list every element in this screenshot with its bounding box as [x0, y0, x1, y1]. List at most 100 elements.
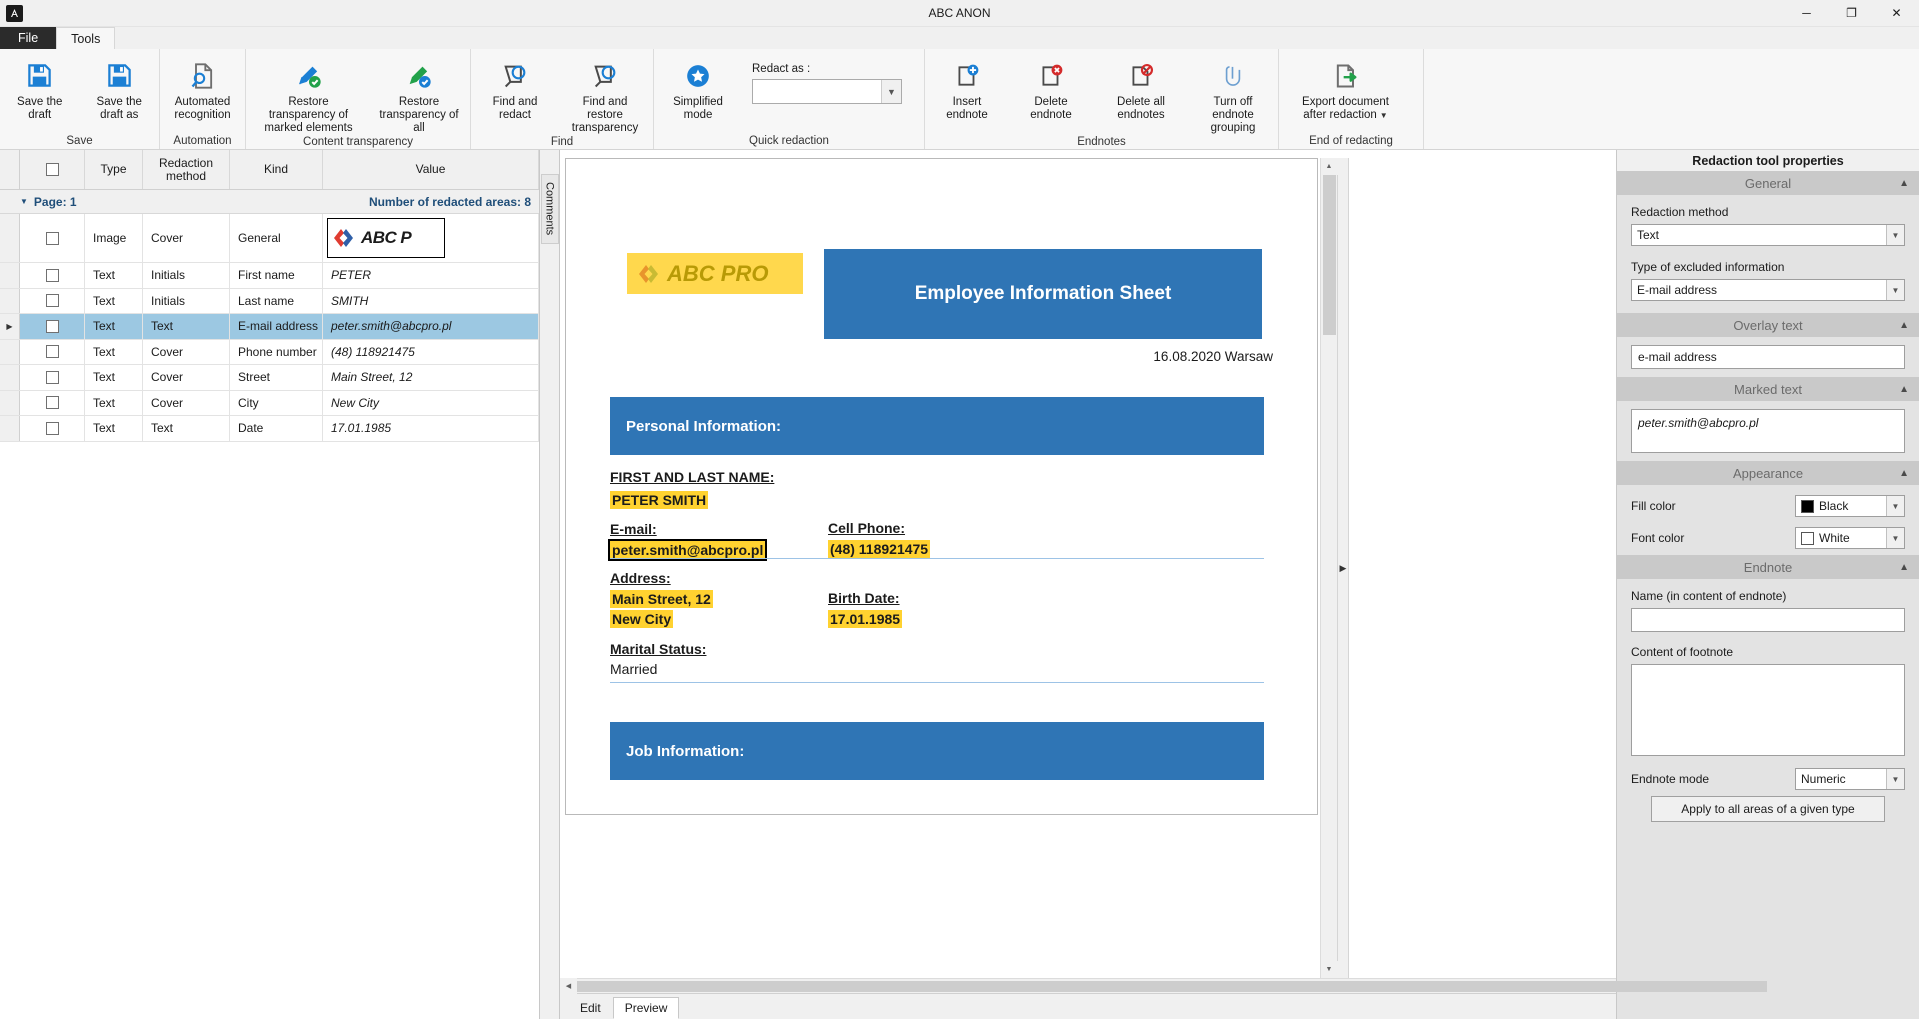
row-checkbox-cell[interactable]	[20, 263, 85, 288]
tab-file[interactable]: File	[0, 27, 57, 49]
chevron-up-icon[interactable]: ▲	[1899, 384, 1909, 395]
grid-header-value[interactable]: Value	[323, 150, 539, 189]
endnote-content-input[interactable]	[1631, 664, 1905, 756]
chevron-down-icon[interactable]: ▼	[1886, 496, 1904, 516]
scroll-down-icon[interactable]: ▼	[1320, 961, 1338, 978]
tab-preview[interactable]: Preview	[612, 997, 680, 1019]
row-checkbox-cell[interactable]	[20, 314, 85, 339]
viewer-horizontal-scrollbar[interactable]: ◀	[560, 977, 1767, 995]
excluded-information-combobox[interactable]: E-mail address ▼	[1631, 279, 1905, 301]
chevron-down-icon[interactable]: ▼	[881, 80, 901, 103]
field-value-email[interactable]: peter.smith@abcpro.pl	[607, 539, 768, 561]
scroll-up-icon[interactable]: ▲	[1320, 158, 1338, 175]
apply-to-all-areas-button[interactable]: Apply to all areas of a given type	[1651, 796, 1885, 822]
find-and-restore-transparency-button[interactable]: Find and restore transparency	[559, 55, 651, 135]
row-checkbox-cell[interactable]	[20, 390, 85, 415]
save-the-draft-button[interactable]: Save the draft	[0, 55, 80, 122]
section-appearance-header[interactable]: Appearance ▲	[1617, 461, 1919, 485]
page-scroll-thumb[interactable]	[1323, 175, 1336, 335]
section-general-header[interactable]: General ▲	[1617, 171, 1919, 195]
field-value-address-line1[interactable]: Main Street, 12	[610, 590, 713, 608]
automated-recognition-button[interactable]: Automated recognition	[160, 55, 245, 122]
section-marked-text-header[interactable]: Marked text ▲	[1617, 377, 1919, 401]
row-checkbox-cell[interactable]	[20, 214, 85, 262]
field-value-birth[interactable]: 17.01.1985	[828, 610, 903, 628]
grid-header-redaction-method[interactable]: Redaction method	[143, 150, 230, 189]
find-and-redact-button[interactable]: Find and redact	[471, 55, 559, 122]
field-value-address-line2[interactable]: New City	[610, 610, 674, 628]
grid-header-kind[interactable]: Kind	[230, 150, 323, 189]
section-endnote-header[interactable]: Endnote ▲	[1617, 555, 1919, 579]
document-logo-redacted[interactable]: ABC PRO	[627, 253, 803, 294]
row-checkbox[interactable]	[45, 294, 59, 308]
overlay-text-input[interactable]: e-mail address	[1631, 345, 1905, 369]
chevron-down-icon[interactable]: ▼	[1380, 111, 1388, 120]
chevron-down-icon[interactable]: ▼	[1886, 528, 1904, 548]
turn-off-endnote-grouping-button[interactable]: Turn off endnote grouping	[1189, 55, 1277, 135]
row-checkbox-cell[interactable]	[20, 416, 85, 441]
document-page[interactable]: ABC PRO Employee Information Sheet 16.08…	[565, 158, 1318, 815]
table-row[interactable]: Text Text Date 17.01.1985	[0, 416, 539, 442]
grid-header-type[interactable]: Type	[85, 150, 143, 189]
fill-color-combobox[interactable]: Black ▼	[1795, 495, 1905, 517]
row-checkbox[interactable]	[45, 345, 59, 359]
chevron-up-icon[interactable]: ▲	[1899, 562, 1909, 573]
simplified-mode-button[interactable]: Simplified mode	[654, 55, 742, 122]
chevron-up-icon[interactable]: ▲	[1899, 178, 1909, 189]
redact-as-combobox[interactable]: ▼	[752, 79, 902, 104]
field-value-phone[interactable]: (48) 118921475	[828, 540, 931, 558]
paperclip-icon	[1220, 59, 1246, 92]
collapse-triangle-icon[interactable]: ▼	[20, 197, 28, 206]
chevron-up-icon[interactable]: ▲	[1899, 468, 1909, 479]
endnote-mode-combobox[interactable]: Numeric ▼	[1795, 768, 1905, 790]
row-checkbox[interactable]	[45, 268, 59, 282]
viewer-hscroll-thumb[interactable]	[577, 981, 1767, 992]
panel-collapse-handle[interactable]: ▶	[1337, 158, 1349, 978]
field-value-name[interactable]: PETER SMITH	[610, 491, 709, 509]
chevron-down-icon[interactable]: ▼	[1886, 280, 1904, 300]
export-document-after-redaction-button[interactable]: Export document after redaction ▼	[1279, 55, 1412, 122]
save-the-draft-as-button[interactable]: Save the draft as	[80, 55, 160, 122]
tab-tools[interactable]: Tools	[56, 27, 116, 49]
row-checkbox[interactable]	[45, 421, 59, 435]
table-row[interactable]: Text Initials First name PETER	[0, 263, 539, 289]
row-checkbox[interactable]	[45, 319, 59, 333]
row-checkbox-cell[interactable]	[20, 288, 85, 313]
table-row[interactable]: Text Initials Last name SMITH	[0, 288, 539, 314]
scroll-left-icon[interactable]: ◀	[560, 977, 577, 995]
comments-tab[interactable]: Comments	[540, 174, 559, 244]
section-overlay-text-header[interactable]: Overlay text ▲	[1617, 313, 1919, 337]
ribbon-group-end-of-redacting-title: End of redacting	[1309, 134, 1393, 147]
row-checkbox[interactable]	[45, 396, 59, 410]
row-type: Text	[85, 339, 143, 364]
row-checkbox[interactable]	[45, 231, 59, 245]
chevron-down-icon[interactable]: ▼	[1886, 769, 1904, 789]
grid-group-row-page-1[interactable]: ▼ Page: 1 Number of redacted areas: 8	[0, 190, 539, 214]
chevron-down-icon[interactable]: ▼	[1886, 225, 1904, 245]
row-checkbox[interactable]	[45, 370, 59, 384]
table-row[interactable]: Text Cover Phone number (48) 118921475	[0, 339, 539, 365]
row-checkbox-cell[interactable]	[20, 339, 85, 364]
delete-all-endnotes-button[interactable]: Delete all endnotes	[1093, 55, 1189, 122]
row-type: Image	[85, 214, 143, 262]
insert-endnote-button[interactable]: Insert endnote	[925, 55, 1009, 122]
table-row[interactable]: Text Cover Street Main Street, 12	[0, 365, 539, 391]
select-all-checkbox[interactable]	[45, 163, 59, 176]
table-row[interactable]: Text Cover City New City	[0, 390, 539, 416]
delete-endnote-button[interactable]: Delete endnote	[1009, 55, 1093, 122]
marked-text-input[interactable]: peter.smith@abcpro.pl	[1631, 409, 1905, 453]
document-date-line: 16.08.2020 Warsaw	[1153, 349, 1273, 364]
restore-transparency-all-button[interactable]: Restore transparency of all	[371, 55, 467, 135]
restore-transparency-marked-button[interactable]: Restore transparency of marked elements	[246, 55, 371, 135]
chevron-up-icon[interactable]: ▲	[1899, 320, 1909, 331]
endnote-name-input[interactable]	[1631, 608, 1905, 632]
redaction-method-combobox[interactable]: Text ▼	[1631, 224, 1905, 246]
tab-edit[interactable]: Edit	[568, 997, 613, 1019]
row-checkbox-cell[interactable]	[20, 365, 85, 390]
table-row[interactable]: ▶ Text Text E-mail address peter.smith@a…	[0, 314, 539, 340]
font-color-combobox[interactable]: White ▼	[1795, 527, 1905, 549]
page-vertical-scrollbar[interactable]: ▲ ▼	[1320, 158, 1338, 978]
row-indicator	[0, 365, 20, 390]
grid-header-select-all[interactable]	[20, 150, 85, 189]
table-row[interactable]: Image Cover General ABC P	[0, 214, 539, 263]
